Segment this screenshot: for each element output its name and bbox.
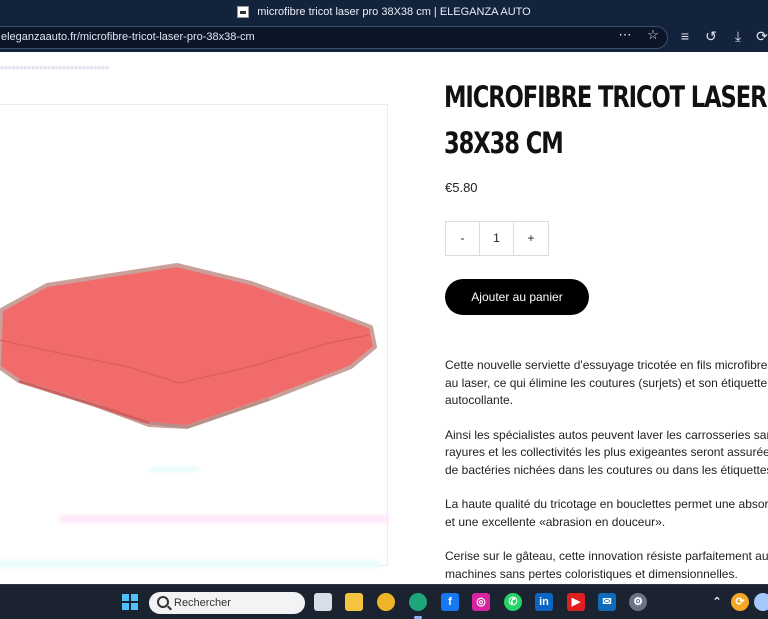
page-favicon-icon — [237, 6, 250, 18]
search-placeholder: Rechercher — [174, 597, 231, 609]
more-options-icon[interactable]: ⋯ — [618, 28, 632, 42]
quantity-increase-button[interactable]: + — [514, 222, 548, 255]
window-title: microfibre tricot laser pro 38X38 cm | E… — [257, 6, 531, 18]
description-paragraph: La haute qualité du tricotage en bouclet… — [445, 497, 768, 529]
product-description: Cette nouvelle serviette d'essuyage tric… — [445, 357, 768, 584]
quantity-decrease-button[interactable]: - — [446, 222, 480, 255]
downloads-icon[interactable]: ⤓ — [730, 28, 746, 44]
product-title: MICROFIBRE TRICOT LASER PRO 38X38 CM — [444, 80, 768, 160]
description-paragraph: Cerise sur le gâteau, cette innovation r… — [445, 549, 768, 581]
whatsapp-icon[interactable]: ✆ — [504, 593, 522, 611]
quantity-stepper: - 1 + — [445, 221, 549, 256]
instagram-icon[interactable]: ◎ — [472, 593, 490, 611]
task-view-icon[interactable] — [314, 593, 332, 611]
history-icon[interactable]: ↺ — [703, 28, 719, 44]
window-title-bar: microfibre tricot laser pro 38X38 cm | E… — [0, 0, 768, 24]
description-paragraph: Cette nouvelle serviette d'essuyage tric… — [445, 358, 768, 407]
description-paragraph: Ainsi les spécialistes autos peuvent lav… — [445, 427, 768, 477]
image-artifact — [59, 515, 389, 523]
linkedin-icon[interactable]: in — [535, 593, 553, 611]
quantity-input[interactable]: 1 — [480, 222, 514, 255]
windows-taskbar: Rechercher f ◎ ✆ in ▶ ✉ ⚙ ⌃ ⟳ — [0, 584, 768, 619]
product-image-panel[interactable] — [0, 104, 389, 568]
product-price: €5.80 — [445, 180, 478, 195]
favorites-list-icon[interactable]: ≡ — [677, 28, 693, 44]
profile-icon[interactable]: ⟳ — [754, 28, 768, 44]
security-icon[interactable]: ⟳ — [731, 593, 749, 611]
browser-toolbar: eleganzaauto.fr/microfibre-tricot-laser-… — [0, 24, 768, 52]
breadcrumb-ghost: ▪▪▪▪▪▪▪▪▪▪▪▪▪▪▪▪▪▪▪▪▪▪▪▪▪▪▪▪ — [0, 62, 110, 74]
edge-icon[interactable] — [409, 593, 427, 611]
image-artifact — [0, 560, 379, 568]
chrome-icon[interactable] — [377, 593, 395, 611]
file-explorer-icon[interactable] — [345, 593, 363, 611]
outlook-icon[interactable]: ✉ — [598, 593, 616, 611]
product-page: ▪▪▪▪▪▪▪▪▪▪▪▪▪▪▪▪▪▪▪▪▪▪▪▪▪▪▪▪ MICROFIBRE … — [0, 52, 768, 584]
youtube-icon[interactable]: ▶ — [567, 593, 585, 611]
windows-start-icon[interactable] — [121, 593, 139, 611]
address-bar[interactable]: eleganzaauto.fr/microfibre-tricot-laser-… — [0, 26, 668, 49]
add-to-cart-button[interactable]: Ajouter au panier — [445, 279, 589, 315]
taskbar-search-box[interactable]: Rechercher — [149, 592, 305, 614]
facebook-icon[interactable]: f — [441, 593, 459, 611]
weather-icon[interactable] — [754, 593, 768, 611]
product-image — [0, 263, 377, 429]
image-artifact — [149, 467, 199, 472]
favorite-star-icon[interactable]: ☆ — [646, 28, 660, 42]
settings-icon[interactable]: ⚙ — [629, 593, 647, 611]
search-icon — [157, 596, 169, 608]
chevron-up-icon[interactable]: ⌃ — [708, 593, 726, 611]
